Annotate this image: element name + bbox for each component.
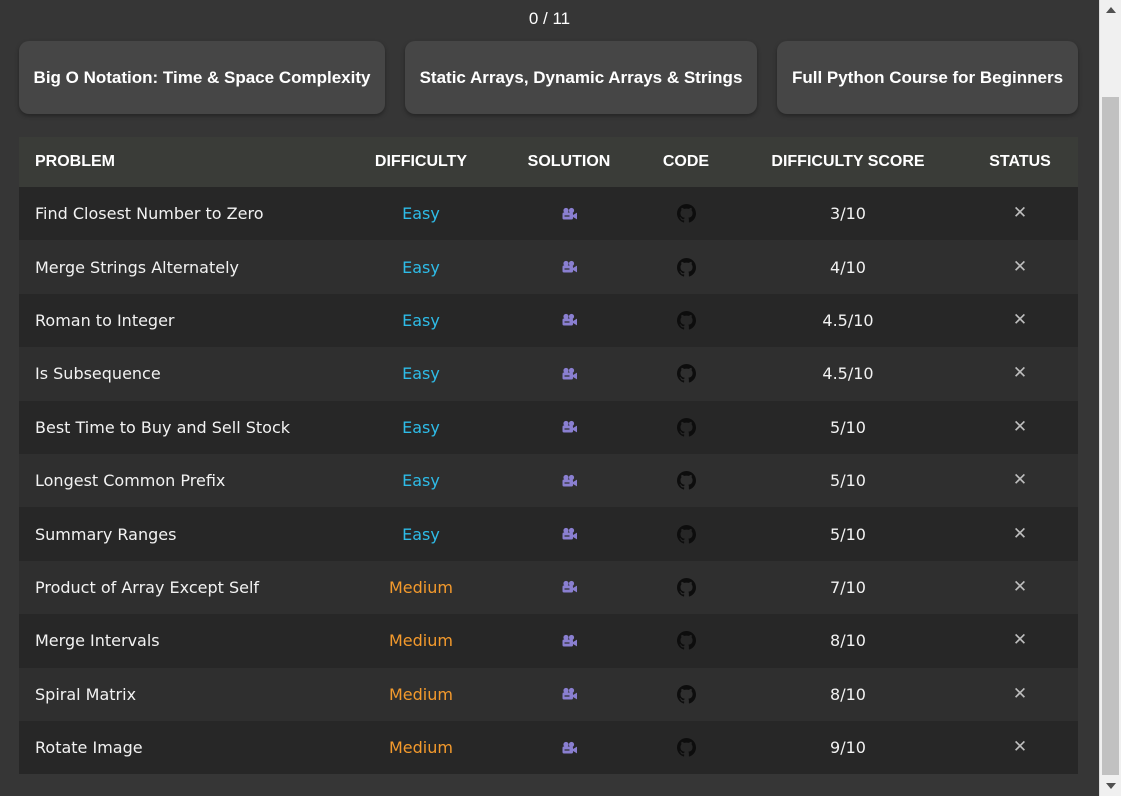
- problem-name[interactable]: Best Time to Buy and Sell Stock: [35, 401, 290, 454]
- difficulty-score: 4.5/10: [822, 310, 874, 330]
- table-row: Best Time to Buy and Sell Stock Easy 5/10 ✕: [19, 400, 1078, 454]
- github-icon[interactable]: [636, 454, 736, 507]
- header-code: CODE: [662, 153, 710, 170]
- github-icon[interactable]: [636, 507, 736, 560]
- header-solution: SOLUTION: [527, 153, 611, 170]
- difficulty-score: 8/10: [830, 631, 866, 651]
- x-mark-icon[interactable]: ✕: [970, 614, 1070, 667]
- github-icon[interactable]: [636, 614, 736, 667]
- x-mark-icon[interactable]: ✕: [970, 187, 1070, 240]
- header-difficulty: DIFFICULTY: [374, 153, 468, 170]
- video-camera-icon[interactable]: [519, 240, 619, 293]
- difficulty-label: Medium: [389, 684, 453, 704]
- problem-name[interactable]: Merge Intervals: [35, 614, 160, 667]
- difficulty-label: Easy: [402, 257, 440, 277]
- header-problem: PROBLEM: [35, 153, 115, 170]
- scrollbar-thumb[interactable]: [1102, 97, 1119, 775]
- progress-counter: 0 / 11: [528, 9, 571, 28]
- difficulty-label: Medium: [389, 631, 453, 651]
- x-mark-icon[interactable]: ✕: [970, 454, 1070, 507]
- problem-name[interactable]: Is Subsequence: [35, 347, 161, 400]
- x-mark-icon[interactable]: ✕: [970, 294, 1070, 347]
- scroll-up-icon[interactable]: [1106, 7, 1116, 13]
- video-camera-icon[interactable]: [519, 454, 619, 507]
- difficulty-score: 7/10: [830, 577, 866, 597]
- table-row: Merge Strings Alternately Easy 4/10 ✕: [19, 240, 1078, 294]
- difficulty-score: 8/10: [830, 684, 866, 704]
- x-mark-icon[interactable]: ✕: [970, 561, 1070, 614]
- problem-name[interactable]: Product of Array Except Self: [35, 561, 259, 614]
- course-card-arrays[interactable]: Static Arrays, Dynamic Arrays & Strings: [405, 41, 757, 114]
- table-row: Rotate Image Medium 9/10 ✕: [19, 720, 1078, 775]
- problem-name[interactable]: Find Closest Number to Zero: [35, 187, 263, 240]
- video-camera-icon[interactable]: [519, 561, 619, 614]
- difficulty-score: 5/10: [830, 417, 866, 437]
- table-body: Find Closest Number to Zero Easy 3/10 ✕ Merg…: [19, 187, 1078, 775]
- difficulty-label: Easy: [402, 364, 440, 384]
- x-mark-icon[interactable]: ✕: [970, 401, 1070, 454]
- table-row: Summary Ranges Easy 5/10 ✕: [19, 507, 1078, 561]
- video-camera-icon[interactable]: [519, 614, 619, 667]
- problem-name[interactable]: Spiral Matrix: [35, 668, 136, 721]
- video-camera-icon[interactable]: [519, 401, 619, 454]
- difficulty-score: 9/10: [830, 738, 866, 758]
- video-camera-icon[interactable]: [519, 721, 619, 774]
- difficulty-label: Easy: [402, 204, 440, 224]
- video-camera-icon[interactable]: [519, 668, 619, 721]
- main-content: 0 / 11 Big O Notation: Time & Space Comp…: [0, 0, 1099, 796]
- video-camera-icon[interactable]: [519, 347, 619, 400]
- github-icon[interactable]: [636, 401, 736, 454]
- problems-table: PROBLEM DIFFICULTY SOLUTION CODE DIFFICU…: [19, 137, 1078, 775]
- difficulty-label: Medium: [389, 577, 453, 597]
- x-mark-icon[interactable]: ✕: [970, 507, 1070, 560]
- problem-name[interactable]: Longest Common Prefix: [35, 454, 225, 507]
- scroll-down-icon[interactable]: [1106, 783, 1116, 789]
- github-icon[interactable]: [636, 187, 736, 240]
- difficulty-score: 5/10: [830, 524, 866, 544]
- x-mark-icon[interactable]: ✕: [970, 347, 1070, 400]
- difficulty-label: Easy: [402, 310, 440, 330]
- github-icon[interactable]: [636, 561, 736, 614]
- header-status: STATUS: [989, 153, 1051, 170]
- difficulty-label: Easy: [402, 524, 440, 544]
- difficulty-label: Easy: [402, 417, 440, 437]
- x-mark-icon[interactable]: ✕: [970, 721, 1070, 774]
- github-icon[interactable]: [636, 721, 736, 774]
- table-row: Find Closest Number to Zero Easy 3/10 ✕: [19, 187, 1078, 241]
- problem-name[interactable]: Rotate Image: [35, 721, 143, 774]
- x-mark-icon[interactable]: ✕: [970, 240, 1070, 293]
- problem-name[interactable]: Roman to Integer: [35, 294, 175, 347]
- x-mark-icon[interactable]: ✕: [970, 668, 1070, 721]
- difficulty-label: Easy: [402, 471, 440, 491]
- difficulty-label: Medium: [389, 738, 453, 758]
- difficulty-score: 4/10: [830, 257, 866, 277]
- table-row: Product of Array Except Self Medium 7/10 ✕: [19, 560, 1078, 615]
- problem-name[interactable]: Merge Strings Alternately: [35, 240, 239, 293]
- table-row: Is Subsequence Easy 4.5/10 ✕: [19, 347, 1078, 401]
- video-camera-icon[interactable]: [519, 294, 619, 347]
- table-row: Spiral Matrix Medium 8/10 ✕: [19, 667, 1078, 721]
- course-card-big-o[interactable]: Big O Notation: Time & Space Complexity: [19, 41, 385, 114]
- vertical-scrollbar[interactable]: [1099, 0, 1121, 796]
- problem-name[interactable]: Summary Ranges: [35, 507, 176, 560]
- github-icon[interactable]: [636, 668, 736, 721]
- table-header-row: PROBLEM DIFFICULTY SOLUTION CODE DIFFICU…: [19, 137, 1078, 187]
- table-row: Roman to Integer Easy 4.5/10 ✕: [19, 293, 1078, 348]
- difficulty-score: 5/10: [830, 471, 866, 491]
- table-row: Merge Intervals Medium 8/10 ✕: [19, 614, 1078, 668]
- difficulty-score: 3/10: [830, 204, 866, 224]
- difficulty-score: 4.5/10: [822, 364, 874, 384]
- video-camera-icon[interactable]: [519, 187, 619, 240]
- course-card-python[interactable]: Full Python Course for Beginners: [777, 41, 1078, 114]
- table-row: Longest Common Prefix Easy 5/10 ✕: [19, 453, 1078, 508]
- header-difficulty-score: DIFFICULTY SCORE: [771, 153, 925, 170]
- github-icon[interactable]: [636, 240, 736, 293]
- video-camera-icon[interactable]: [519, 507, 619, 560]
- github-icon[interactable]: [636, 347, 736, 400]
- github-icon[interactable]: [636, 294, 736, 347]
